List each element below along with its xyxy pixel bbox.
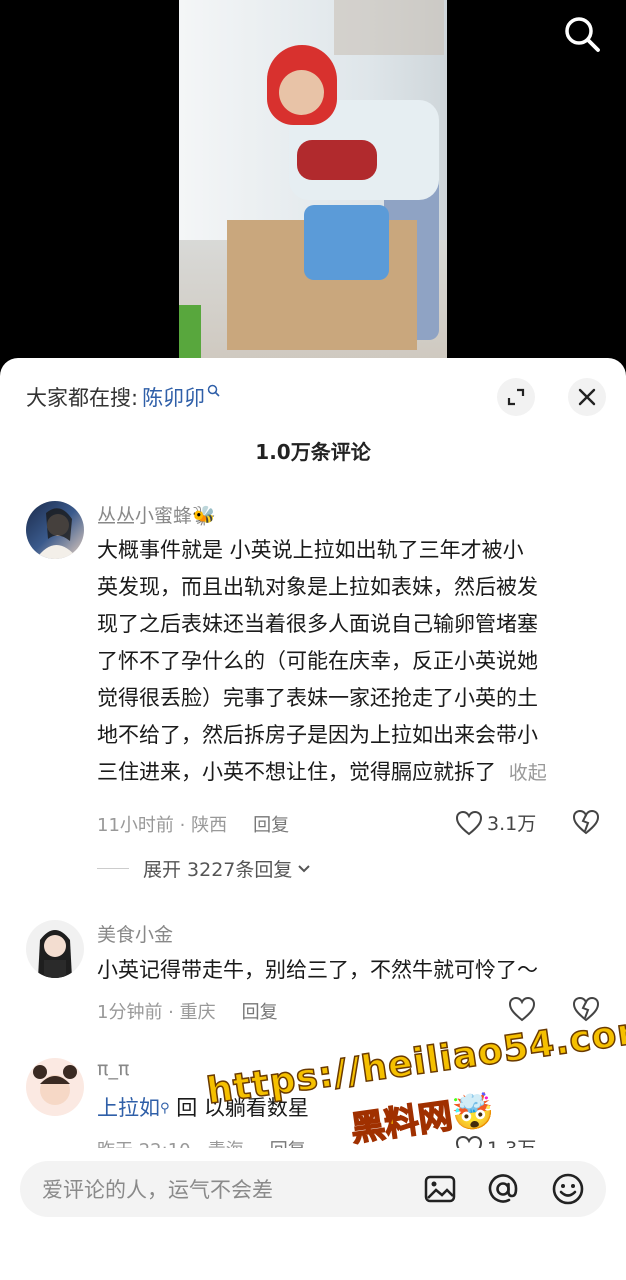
collapse-link[interactable]: 收起 — [509, 762, 547, 784]
comment-text: 上拉如⚲ 回 以躺看数星 — [97, 1090, 597, 1127]
comment-nickname[interactable]: π_π — [97, 1058, 129, 1080]
emoji-icon[interactable] — [550, 1171, 586, 1207]
comment-line: 了怀不了孕什么的（可能在庆幸，反正小英说她 — [97, 649, 538, 673]
comment-line: 地不给了，然后拆房子是因为上拉如出来会带小 — [97, 723, 538, 747]
video-frame — [179, 0, 447, 360]
close-icon[interactable] — [568, 378, 606, 416]
at-mention-icon[interactable] — [485, 1171, 521, 1207]
mention-search-icon: ⚲ — [160, 1101, 170, 1116]
comment-text: 小英记得带走牛，别给三了，不然牛就可怜了～ — [97, 958, 538, 982]
comment-time-location: 1分钟前 · 重庆 — [97, 1002, 216, 1023]
comment-input-wrapper — [20, 1161, 606, 1219]
like-button[interactable]: 3.1万 — [455, 809, 536, 836]
comment-line: 大概事件就是 小英说上拉如出轨了三年才被小 — [97, 538, 524, 562]
comment-nickname[interactable]: 丛丛小蜜蜂🐝 — [97, 501, 216, 528]
comment-nickname[interactable]: 美食小金 — [97, 920, 173, 947]
comment-input[interactable] — [40, 1161, 404, 1219]
comment-line: 觉得很丢脸）完事了表妹一家还抢走了小英的土 — [97, 686, 538, 710]
avatar[interactable] — [26, 501, 84, 559]
comment-meta: 11小时前 · 陕西 回复 — [97, 811, 289, 837]
search-icon[interactable] — [560, 12, 604, 56]
like-button[interactable] — [508, 996, 536, 1022]
mention-link[interactable]: 上拉如 — [97, 1096, 160, 1120]
comments-sheet: 大家都在搜: 陈卯卯 1.0万条评论 丛丛小蜜蜂🐝 大概事件就是 小英说上拉如出… — [0, 358, 626, 1280]
search-suggestion[interactable]: 大家都在搜: 陈卯卯 — [26, 382, 220, 412]
search-small-icon — [207, 384, 220, 401]
heart-icon — [455, 810, 483, 835]
dislike-icon[interactable] — [572, 809, 600, 839]
chevron-down-icon — [298, 864, 311, 872]
expand-replies-label: 展开 3227条回复 — [143, 859, 293, 881]
avatar[interactable] — [26, 1058, 84, 1116]
video-player[interactable] — [0, 0, 626, 360]
reply-button[interactable]: 回复 — [253, 811, 289, 837]
comment-line: 三住进来，小英不想让住，觉得膈应就拆了 — [97, 760, 496, 784]
comment-meta: 1分钟前 · 重庆 回复 — [97, 998, 278, 1024]
comment-time-location: 11小时前 · 陕西 — [97, 815, 228, 836]
comment-input-bar — [0, 1148, 626, 1280]
expand-replies[interactable]: 展开 3227条回复 — [97, 855, 312, 882]
search-term[interactable]: 陈卯卯 — [142, 382, 205, 412]
reply-button[interactable]: 回复 — [242, 998, 278, 1024]
comment-line: 英发现，而且出轨对象是上拉如表妹，然后被发 — [97, 575, 538, 599]
comment-text: 大概事件就是 小英说上拉如出轨了三年才被小 英发现，而且出轨对象是上拉如表妹，然… — [97, 532, 597, 792]
comment-line: 现了之后表妹还当着很多人面说自己输卵管堵塞 — [97, 612, 538, 636]
expand-icon[interactable] — [497, 378, 535, 416]
like-count: 3.1万 — [487, 813, 537, 835]
image-icon[interactable] — [422, 1171, 458, 1207]
heart-icon — [508, 996, 536, 1022]
avatar[interactable] — [26, 920, 84, 978]
comments-count: 1.0万条评论 — [255, 440, 371, 464]
search-prefix: 大家都在搜: — [26, 386, 139, 410]
